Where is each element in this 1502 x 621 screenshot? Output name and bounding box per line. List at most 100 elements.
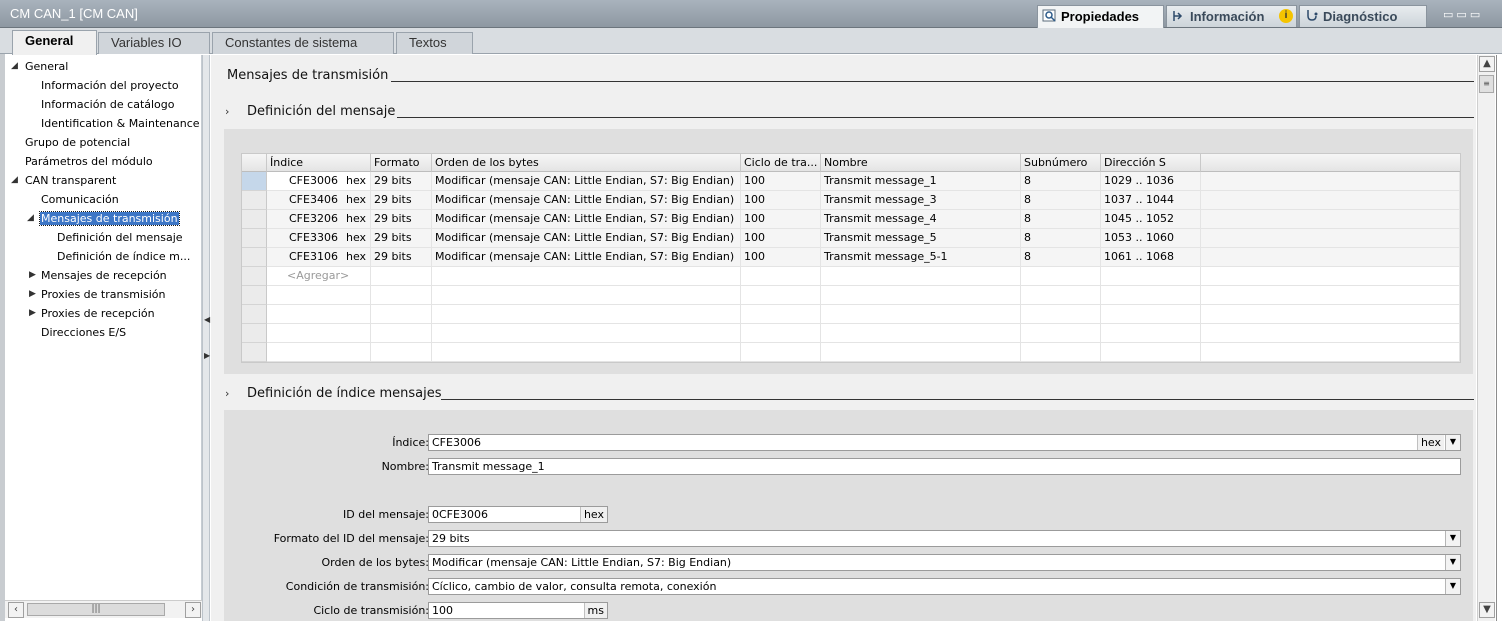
row-header[interactable] [242,267,267,286]
table-cell-sub[interactable]: 8 [1021,172,1101,191]
expanded-icon[interactable]: ◢ [11,175,18,185]
table-cell-indice[interactable]: CFE3106 hex [267,248,371,267]
table-cell[interactable] [1101,267,1201,286]
table-cell-dir[interactable]: 1061 .. 1068 [1101,248,1201,267]
table-cell[interactable] [1201,191,1460,210]
table-cell-orden[interactable]: Modificar (mensaje CAN: Little Endian, S… [432,172,741,191]
column-header-orden[interactable]: Orden de los bytes [432,154,741,172]
table-cell[interactable] [741,267,821,286]
chevron-down-icon[interactable]: ▼ [1445,531,1460,546]
orden-bytes-select[interactable]: Modificar (mensaje CAN: Little Endian, S… [428,554,1461,571]
chevron-down-icon[interactable]: ▼ [1445,435,1460,450]
table-cell-orden[interactable]: Modificar (mensaje CAN: Little Endian, S… [432,229,741,248]
row-header[interactable] [242,229,267,248]
row-header[interactable] [242,248,267,267]
table-cell-indice[interactable]: CFE3406 hex [267,191,371,210]
table-cell-orden[interactable]: Modificar (mensaje CAN: Little Endian, S… [432,210,741,229]
vertical-scrollbar[interactable]: ▲ ≡ ▼ [1477,55,1495,621]
scroll-down-icon[interactable]: ▼ [1479,602,1495,618]
table-cell[interactable] [1201,248,1460,267]
panel-splitter[interactable]: ◀ ▶ [202,55,210,621]
collapsed-icon[interactable]: ▶ [29,289,36,299]
column-header-indice[interactable]: Índice [267,154,371,172]
scroll-thumb[interactable]: ||| [27,603,165,616]
table-cell-orden[interactable]: Modificar (mensaje CAN: Little Endian, S… [432,248,741,267]
table-cell-formato[interactable]: 29 bits [371,172,432,191]
table-cell-nombre[interactable]: Transmit message_1 [821,172,1021,191]
row-header[interactable] [242,305,267,324]
condicion-select[interactable]: Cíclico, cambio de valor, consulta remot… [428,578,1461,595]
table-cell-indice[interactable]: CFE3306 hex [267,229,371,248]
table-cell-formato[interactable]: 29 bits [371,248,432,267]
table-cell-dir[interactable]: 1037 .. 1044 [1101,191,1201,210]
section-chevron-icon[interactable]: › [225,105,229,118]
table-cell-dir[interactable]: 1053 .. 1060 [1101,229,1201,248]
tab-textos[interactable]: Textos [396,32,473,54]
restore-icon[interactable]: ▭ [1443,8,1456,21]
table-cell[interactable] [1201,229,1460,248]
table-cell-dir[interactable]: 1029 .. 1036 [1101,172,1201,191]
scroll-up-icon[interactable]: ▲ [1479,56,1495,72]
row-header[interactable] [242,286,267,305]
table-cell[interactable] [1021,267,1101,286]
tab-general[interactable]: General [12,30,97,55]
row-header[interactable] [242,191,267,210]
row-header[interactable] [242,324,267,343]
column-header-nombre[interactable]: Nombre [821,154,1021,172]
scroll-right-icon[interactable]: › [185,602,201,618]
table-cell-sub[interactable]: 8 [1021,248,1101,267]
table-cell-sub[interactable]: 8 [1021,191,1101,210]
collapsed-icon[interactable]: ▶ [29,270,36,280]
row-header[interactable] [242,343,267,362]
tab-constantes-sistema[interactable]: Constantes de sistema [212,32,394,54]
tab-variables-io[interactable]: Variables IO [98,32,210,54]
collapse-left-icon[interactable]: ◀ [204,315,210,324]
indice-field[interactable]: CFE3006 hex ▼ [428,434,1461,451]
tree-horizontal-scrollbar[interactable]: ‹ ||| › [5,600,203,618]
table-cell-ciclo[interactable]: 100 [741,248,821,267]
formato-id-select[interactable]: 29 bits ▼ [428,530,1461,547]
window-controls[interactable]: ▭▭▭ [1443,8,1483,21]
nombre-field[interactable]: Transmit message_1 [428,458,1461,475]
column-header-formato[interactable]: Formato [371,154,432,172]
table-cell[interactable] [1201,172,1460,191]
column-header-subnumero[interactable]: Subnúmero [1021,154,1101,172]
add-row-placeholder[interactable]: <Agregar> [287,269,349,282]
column-header-ciclo[interactable]: Ciclo de tra... [741,154,821,172]
ciclo-field[interactable]: 100 ms [428,602,608,619]
table-cell-formato[interactable]: 29 bits [371,191,432,210]
expanded-icon[interactable]: ◢ [11,61,18,71]
table-cell[interactable]: <Agregar> [267,267,371,286]
table-cell[interactable] [371,267,432,286]
collapsed-icon[interactable]: ▶ [29,308,36,318]
table-cell[interactable] [1201,210,1460,229]
table-cell-ciclo[interactable]: 100 [741,210,821,229]
table-cell-orden[interactable]: Modificar (mensaje CAN: Little Endian, S… [432,191,741,210]
minimize-icon[interactable]: ▭ [1456,8,1469,21]
column-header-direccion[interactable]: Dirección S [1101,154,1201,172]
scroll-left-icon[interactable]: ‹ [8,602,24,618]
table-cell-ciclo[interactable]: 100 [741,229,821,248]
table-cell[interactable] [821,267,1021,286]
table-cell-nombre[interactable]: Transmit message_4 [821,210,1021,229]
expanded-icon[interactable]: ◢ [27,213,34,223]
id-mensaje-field[interactable]: 0CFE3006 hex [428,506,608,523]
close-icon[interactable]: ▭ [1470,8,1483,21]
table-cell-indice[interactable]: CFE3006 hex [267,172,371,191]
table-cell-formato[interactable]: 29 bits [371,229,432,248]
chevron-down-icon[interactable]: ▼ [1445,555,1460,570]
table-cell-nombre[interactable]: Transmit message_5-1 [821,248,1021,267]
table-cell-ciclo[interactable]: 100 [741,191,821,210]
row-header[interactable] [242,172,267,191]
scroll-thumb[interactable]: ≡ [1479,75,1494,93]
table-cell-sub[interactable]: 8 [1021,229,1101,248]
table-cell-sub[interactable]: 8 [1021,210,1101,229]
tab-diagnostico[interactable]: Diagnóstico [1299,5,1427,27]
chevron-down-icon[interactable]: ▼ [1445,579,1460,594]
table-cell-nombre[interactable]: Transmit message_5 [821,229,1021,248]
table-cell[interactable] [432,267,741,286]
table-cell-indice[interactable]: CFE3206 hex [267,210,371,229]
table-cell[interactable] [1201,267,1460,286]
table-cell-nombre[interactable]: Transmit message_3 [821,191,1021,210]
table-cell-ciclo[interactable]: 100 [741,172,821,191]
